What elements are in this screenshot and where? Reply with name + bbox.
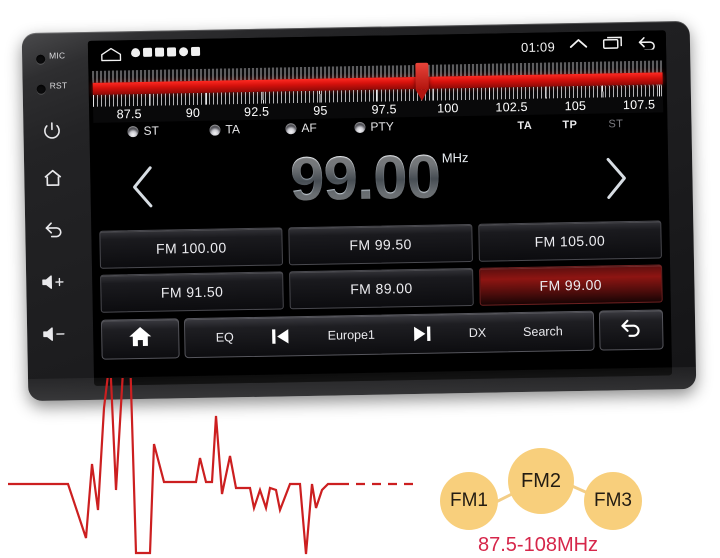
mic-hole [36,54,46,64]
eq-button[interactable]: EQ [216,330,234,344]
scale-label: 97.5 [371,102,397,117]
previous-station-button[interactable] [271,327,291,345]
ta-indicator[interactable]: TA [209,122,240,137]
volume-up-button[interactable] [34,266,75,297]
preset-5[interactable]: FM 89.00 [289,267,474,310]
chevron-up-icon[interactable] [569,37,588,55]
waveform-line [8,378,340,555]
frequency-unit: MHz [441,149,469,166]
ta-indicator-label: TA [225,122,241,137]
mail-icon [166,47,177,57]
power-icon [42,120,61,139]
device-home-button[interactable] [32,162,73,193]
st-status: ST [608,118,624,131]
back-arrow-icon [43,220,64,239]
preset-label: FM 91.50 [160,283,224,301]
fm2-badge[interactable]: FM2 [508,448,574,514]
volume-down-icon [42,325,68,342]
device-back-button[interactable] [33,214,74,245]
chevron-right-icon[interactable] [598,155,633,207]
st-indicator[interactable]: ST [127,124,159,139]
volume-down-button[interactable] [35,318,76,349]
home-icon [127,325,154,353]
preset-6[interactable]: FM 99.00 [478,264,663,306]
pty-indicator-label: PTY [370,119,394,134]
bottom-toolbar: EQ Europe1 DX Search [100,309,664,360]
fm2-label: FM2 [521,469,561,492]
fm-band-graphic: FM1 FM2 FM3 87.5-108MHz [432,434,712,556]
toolbar-controls: EQ Europe1 DX Search [183,310,595,359]
ta-status: TA [517,119,533,133]
frequency-range-caption: 87.5-108MHz [478,534,599,556]
device-left-button-column: MIC RST [22,32,95,401]
reset-hole [36,84,46,94]
preset-label: FM 99.50 [349,236,412,254]
scale-label: 90 [185,105,201,121]
status-right-cluster: 01:09 [521,34,658,57]
search-button[interactable]: Search [523,324,563,339]
head-unit-device: MIC RST 01:09 87.5 90 92.5 95 97.5 100 1… [21,20,697,402]
fm3-badge[interactable]: FM3 [584,472,642,530]
pty-indicator[interactable]: PTY [354,119,394,134]
volume-up-icon [41,273,67,290]
frequency-value: 99.00 [289,142,441,215]
chevron-left-icon[interactable] [126,164,161,216]
return-arrow-icon [619,316,643,343]
preset-label: FM 105.00 [534,232,606,250]
home-icon [42,167,63,188]
scale-label: 95 [313,103,328,118]
toolbar-back-button[interactable] [598,309,664,351]
location-pin-icon [130,47,141,58]
mic-label: MIC [49,50,66,61]
af-indicator[interactable]: AF [285,121,317,136]
preset-label: FM 89.00 [350,280,413,298]
preset-label: FM 100.00 [155,239,227,257]
status-tray-icons [130,46,201,58]
led-icon [285,122,297,134]
frequency-display-area: 99.00 MHz [90,136,669,229]
scale-label: 92.5 [243,104,270,120]
status-back-icon[interactable] [637,34,658,54]
scale-label: 102.5 [495,99,528,115]
scale-label: 87.5 [116,106,142,122]
led-icon [127,125,139,137]
status-clock: 01:09 [520,38,556,55]
st-indicator-label: ST [143,123,159,138]
af-indicator-label: AF [301,120,317,136]
image-icon [142,47,153,57]
scale-label: 100 [437,101,459,116]
scale-label: 107.5 [622,97,656,113]
fm3-label: FM3 [594,490,632,511]
download-icon [178,47,189,57]
tuner-cursor[interactable] [415,62,429,103]
preset-4[interactable]: FM 91.50 [100,271,285,313]
app-icon [154,47,165,57]
stop-icon [190,46,201,57]
next-station-button[interactable] [412,325,432,343]
preset-2[interactable]: FM 99.50 [288,223,473,266]
station-name[interactable]: Europe1 [328,328,376,343]
preset-3[interactable]: FM 105.00 [477,220,662,262]
current-frequency: 99.00 MHz [289,142,469,215]
preset-label: FM 99.00 [539,276,603,294]
fm1-badge[interactable]: FM1 [440,472,498,530]
dx-button[interactable]: DX [469,326,487,340]
scale-label: 105 [564,98,587,114]
led-icon [209,124,221,136]
tp-status: TP [562,118,578,132]
preset-1[interactable]: FM 100.00 [99,227,284,269]
radio-waveform-graphic [8,378,418,555]
toolbar-home-button[interactable] [100,318,180,360]
led-icon [354,121,366,133]
frequency-scale[interactable]: 87.5 90 92.5 95 97.5 100 102.5 105 107.5 [92,60,664,123]
reset-label: RST [49,80,68,91]
power-button[interactable] [31,114,72,145]
touchscreen[interactable]: 01:09 87.5 90 92.5 95 97.5 100 102.5 105… [87,30,673,386]
preset-grid: FM 100.00 FM 99.50 FM 105.00 FM 91.50 FM 89.… [99,220,663,313]
recent-apps-icon[interactable] [602,35,623,55]
fm1-label: FM1 [450,490,488,511]
status-home-icon[interactable] [100,46,122,67]
